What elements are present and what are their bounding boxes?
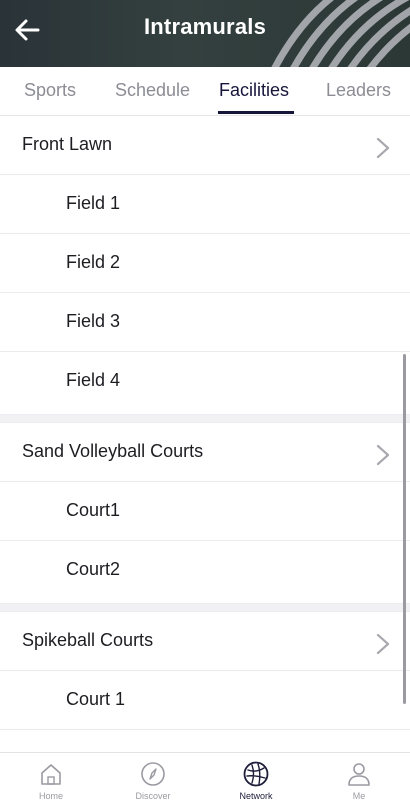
facility-item-label: Field 1 [66,193,121,213]
facility-item-label: Court1 [66,500,121,520]
list-item[interactable]: Field 4 [0,352,410,415]
person-icon [348,763,370,786]
list-item[interactable]: Field 3 [0,293,410,352]
section-divider [0,604,410,612]
scrollbar[interactable] [403,354,406,704]
tab-sports[interactable]: Sports [24,80,76,101]
tab-facilities[interactable]: Facilities [219,80,289,101]
list-item[interactable]: Court 1 [0,671,410,730]
facility-item-label: Field 4 [66,370,121,390]
home-icon [41,764,61,785]
facility-group-sand-volleyball[interactable]: Sand Volleyball Courts [0,423,410,482]
network-icon [243,761,269,787]
tab-leaders[interactable]: Leaders [326,80,391,101]
app-header: Intramurals [0,0,410,67]
facility-item-label: Court2 [66,559,121,579]
compass-icon [141,762,165,786]
section-divider [0,415,410,423]
nav-discover[interactable]: Discover [102,753,204,801]
facility-group-front-lawn[interactable]: Front Lawn [0,116,410,175]
chevron-right-icon[interactable] [376,444,390,466]
list-item[interactable]: Court2 [0,541,410,604]
chevron-right-icon[interactable] [376,137,390,159]
active-tab-indicator [218,111,294,114]
bottom-navigation: Home Discover Network Me [0,752,410,801]
facility-group-label: Front Lawn [22,134,113,154]
nav-network[interactable]: Network [205,753,307,801]
list-item[interactable]: Field 1 [0,175,410,234]
chevron-right-icon[interactable] [376,633,390,655]
facility-item-label: Field 2 [66,252,121,272]
facility-group-spikeball[interactable]: Spikeball Courts [0,612,410,671]
facility-item-label: Field 3 [66,311,121,331]
facility-group-label: Sand Volleyball Courts [22,441,204,461]
nav-me[interactable]: Me [308,753,410,801]
nav-home[interactable]: Home [0,753,102,801]
facilities-list: Front Lawn Field 1 Field 2 Field 3 Field… [0,116,410,752]
list-item[interactable]: Court1 [0,482,410,541]
tab-bar: Sports Schedule Facilities Leaders [0,67,410,116]
facility-group-label: Spikeball Courts [22,630,154,650]
list-item[interactable]: Field 2 [0,234,410,293]
tab-schedule[interactable]: Schedule [115,80,190,101]
page-title: Intramurals [143,14,267,39]
facility-item-label: Court 1 [66,689,126,709]
